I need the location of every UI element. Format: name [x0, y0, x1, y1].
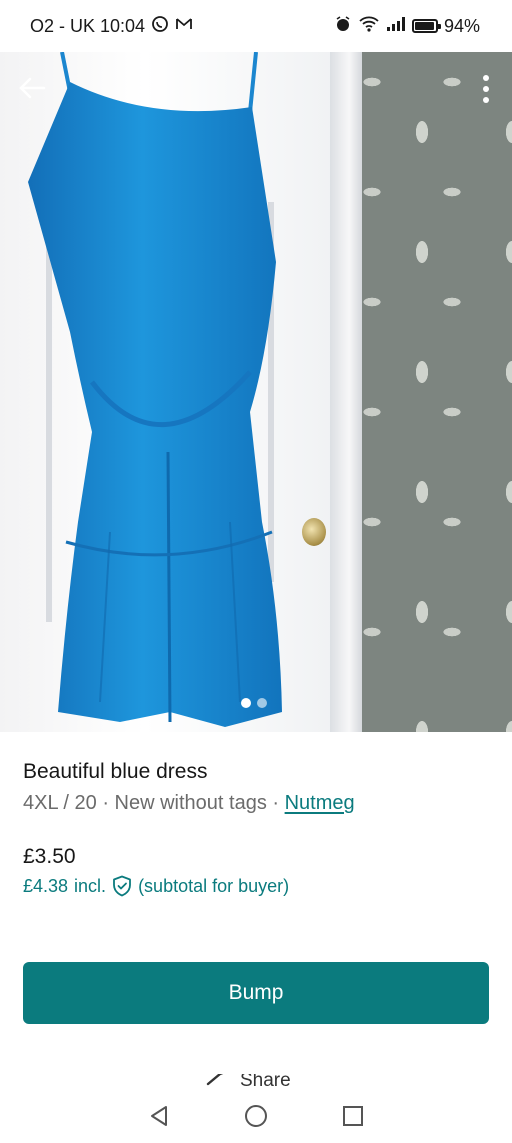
whatsapp-icon — [151, 15, 169, 37]
buyer-protection-shield-icon[interactable] — [112, 875, 132, 897]
item-title: Beautiful blue dress — [23, 760, 208, 783]
system-nav-bar — [0, 1088, 512, 1143]
carousel-dot-2[interactable] — [257, 698, 267, 708]
listing-photo-carousel[interactable] — [0, 52, 512, 732]
buyer-price-row[interactable]: £4.38 incl. (subtotal for buyer) — [23, 875, 289, 897]
more-options-icon[interactable] — [482, 74, 490, 109]
item-price: £3.50 — [23, 845, 76, 868]
battery-percent: 94% — [443, 15, 480, 36]
share-button[interactable]: Share — [206, 1074, 291, 1088]
carousel-dot-1[interactable] — [241, 698, 251, 708]
status-left: O2 - UK 10:04 — [30, 15, 193, 37]
item-size-condition: 4XL / 20 · New without tags · — [23, 792, 285, 814]
share-label: Share — [240, 1074, 291, 1088]
item-meta: 4XL / 20 · New without tags · Nutmeg — [23, 792, 355, 815]
back-arrow-icon[interactable] — [18, 76, 46, 104]
carrier-time: O2 - UK 10:04 — [30, 15, 146, 36]
status-bar: O2 - UK 10:04 94% — [0, 0, 512, 52]
wifi-icon — [358, 15, 380, 37]
status-right: 94% — [334, 15, 480, 37]
alarm-icon — [334, 15, 352, 37]
signal-icon — [386, 16, 406, 36]
carousel-indicators — [241, 698, 267, 708]
battery-icon — [411, 19, 441, 33]
subtotal-note: (subtotal for buyer) — [138, 875, 290, 896]
buyer-price: £4.38 — [23, 875, 69, 896]
bump-button[interactable]: Bump — [23, 962, 489, 1024]
incl-label: incl. — [74, 875, 107, 896]
nav-recents-icon[interactable] — [340, 1103, 366, 1129]
dress-image — [28, 52, 282, 727]
nav-home-icon[interactable] — [243, 1103, 269, 1129]
brand-link[interactable]: Nutmeg — [285, 792, 355, 814]
nav-back-icon[interactable] — [146, 1103, 172, 1129]
gmail-icon — [175, 16, 193, 36]
share-icon — [206, 1074, 232, 1088]
